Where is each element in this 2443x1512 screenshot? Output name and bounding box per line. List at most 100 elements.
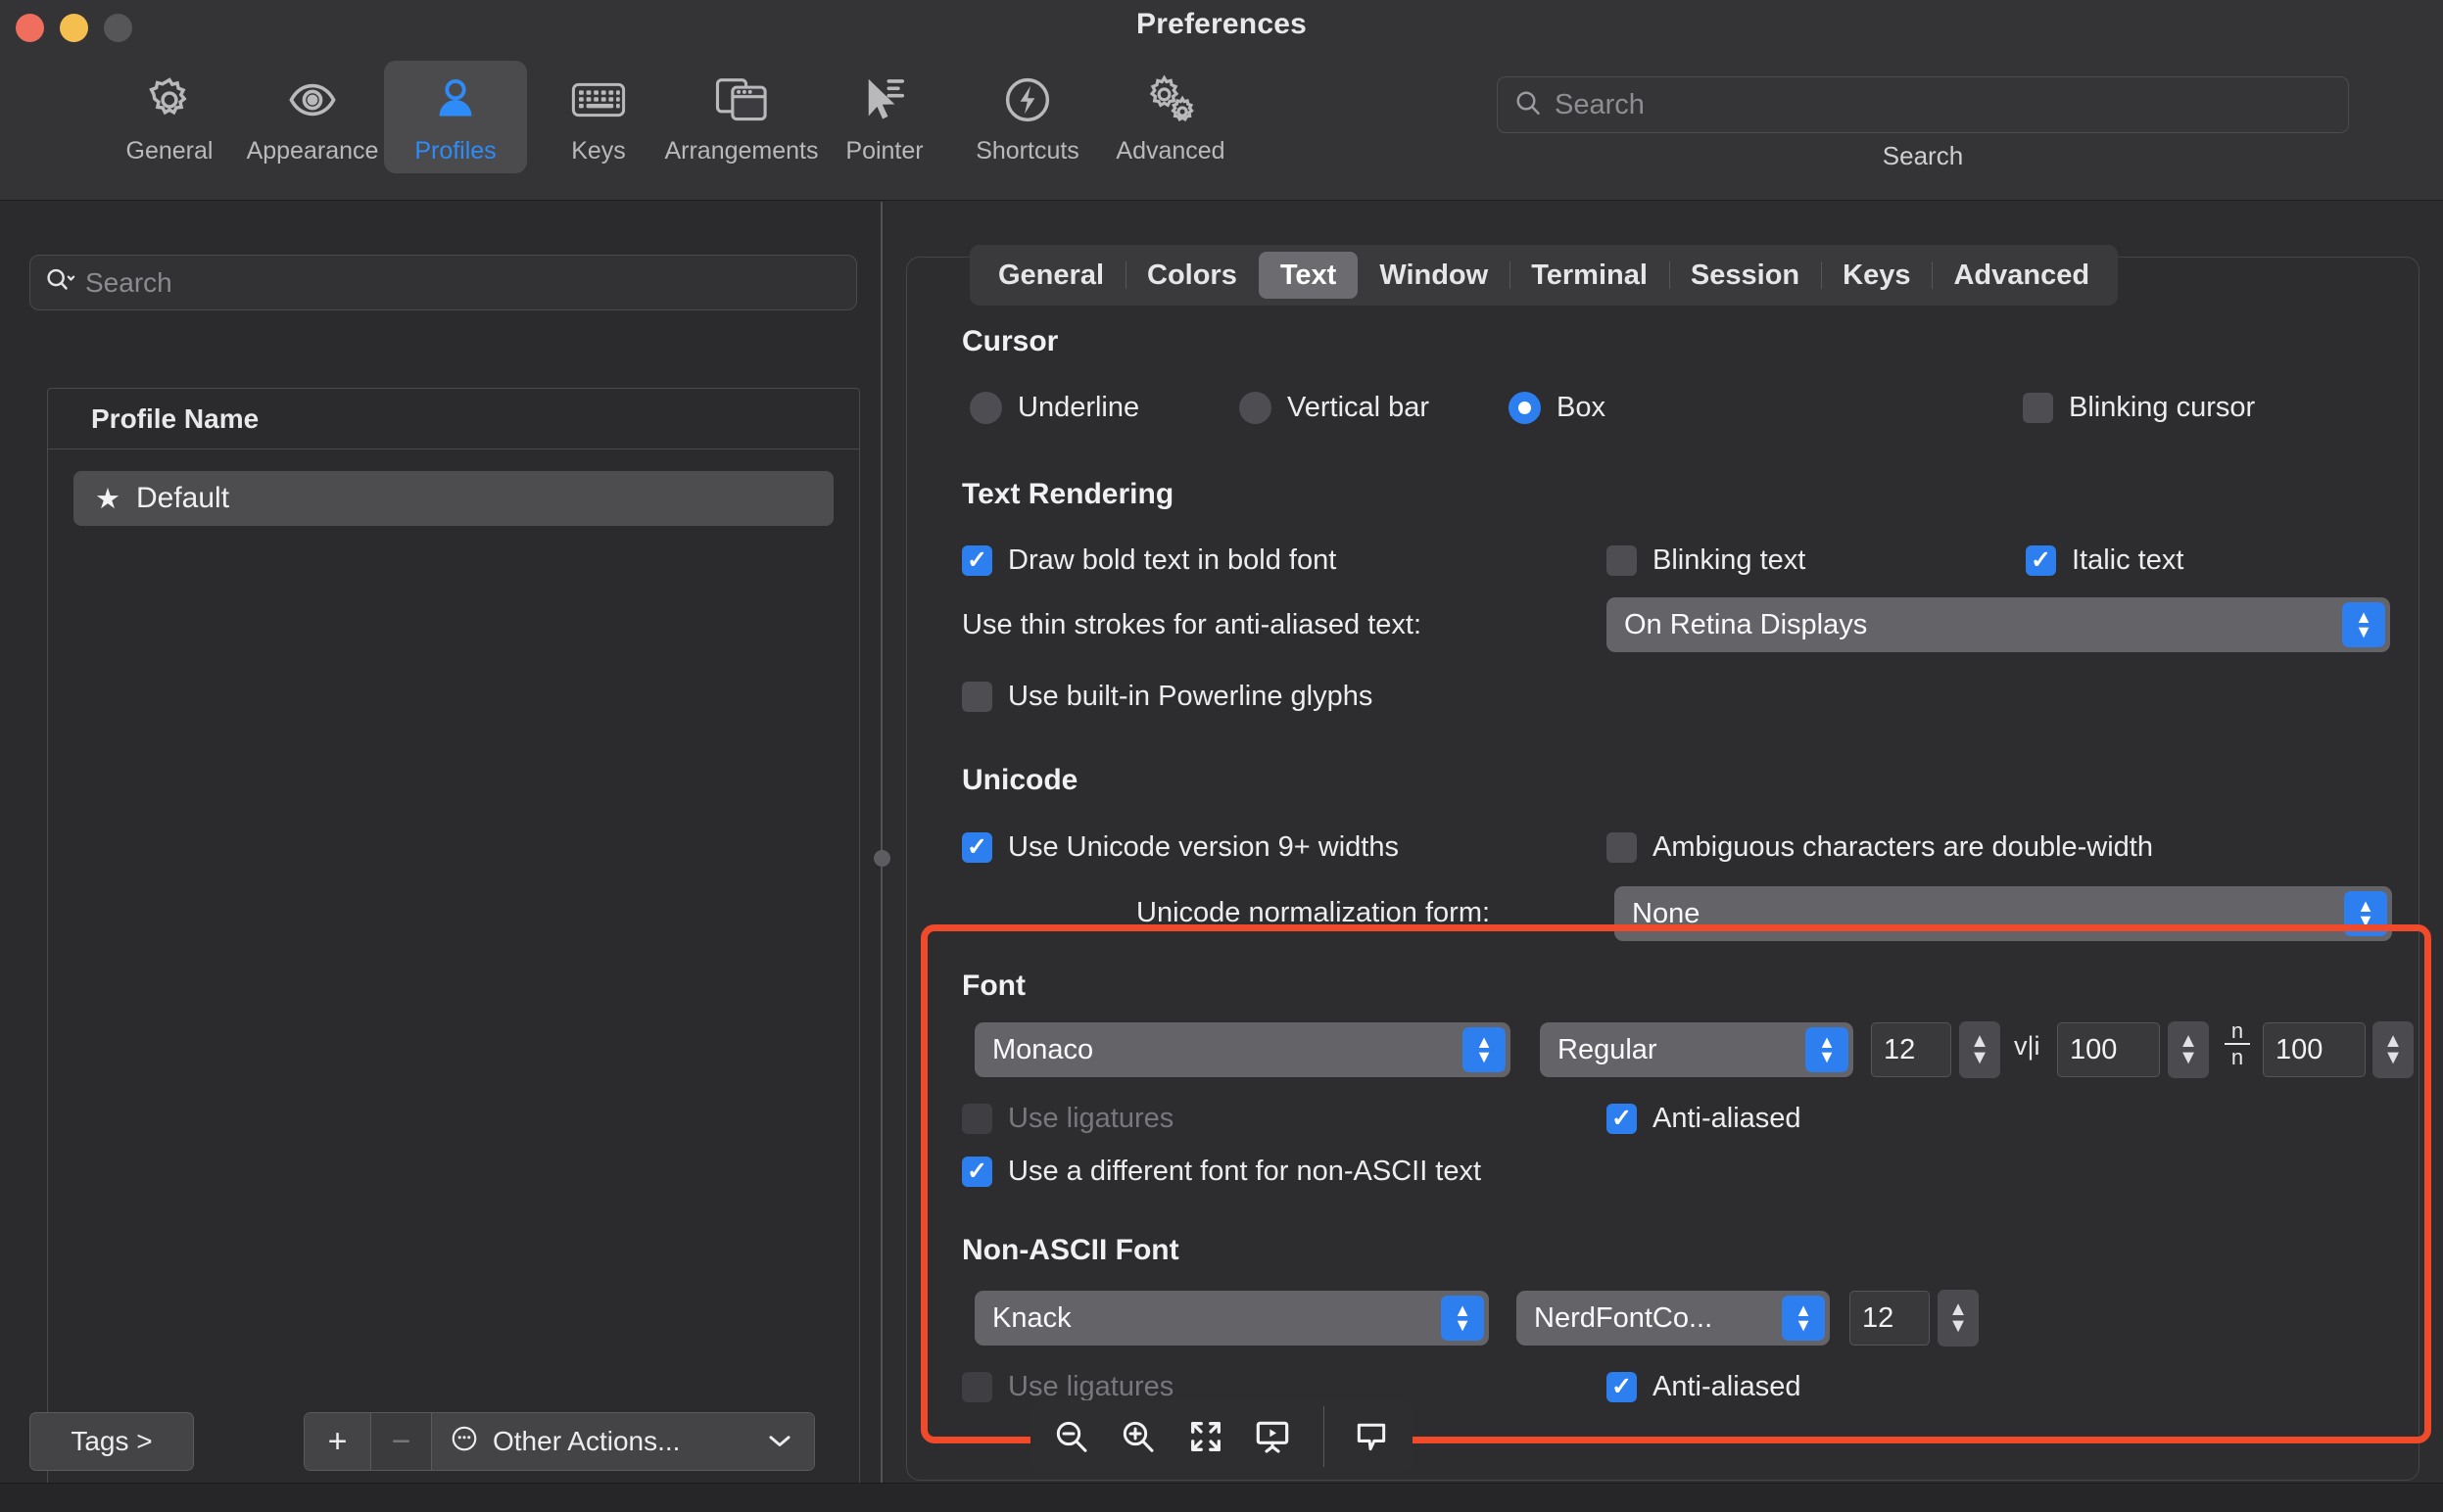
toolbar-item-pointer[interactable]: Pointer <box>813 61 956 173</box>
tab-advanced[interactable]: Advanced <box>1932 252 2111 299</box>
non-ascii-anti-aliased-checkbox[interactable]: Anti-aliased <box>1606 1371 1801 1403</box>
sidebar-resize-handle[interactable] <box>874 850 890 867</box>
radio-box[interactable] <box>1509 392 1541 424</box>
chevron-updown-icon[interactable]: ▲▼ <box>1441 1296 1484 1341</box>
checkbox-font-ligatures[interactable] <box>962 1104 992 1134</box>
other-actions-label: Other Actions... <box>493 1426 680 1457</box>
cursor-option-vertical-bar[interactable]: Vertical bar <box>1239 392 1429 424</box>
font-size-field[interactable]: 12 <box>1871 1022 1951 1077</box>
toolbar-item-profiles[interactable]: Profiles <box>384 61 527 173</box>
checkbox-blinking-cursor[interactable] <box>2023 393 2053 423</box>
checkbox-non-ascii-anti-aliased[interactable] <box>1606 1372 1637 1402</box>
different-font-non-ascii-checkbox[interactable]: Use a different font for non-ASCII text <box>962 1156 1481 1188</box>
checkbox-blinking-text[interactable] <box>1606 545 1637 576</box>
ellipsis-circle-icon <box>450 1424 479 1460</box>
sidebar-bottom-bar: Tags > <box>29 1412 194 1471</box>
tab-terminal[interactable]: Terminal <box>1509 252 1669 299</box>
cursor-option-label: Box <box>1557 392 1605 424</box>
ambiguous-double-width-checkbox[interactable]: Ambiguous characters are double-width <box>1606 831 2153 864</box>
checkbox-bold-font[interactable] <box>962 545 992 576</box>
non-ascii-font-size-value: 12 <box>1862 1302 1893 1335</box>
italic-text-label: Italic text <box>2072 544 2183 577</box>
toolbar-search-group: Search Search <box>1497 76 2349 171</box>
toolbar-item-shortcuts[interactable]: Shortcuts <box>956 61 1099 173</box>
non-ascii-font-family-select[interactable]: Knack ▲▼ <box>975 1291 1489 1346</box>
unicode-normalization-select[interactable]: None ▲▼ <box>1614 886 2392 941</box>
chevron-updown-icon[interactable]: ▲▼ <box>1805 1027 1848 1072</box>
vertical-spacing-icon: n n <box>2222 1019 2253 1068</box>
vertical-spacing-stepper[interactable]: ▲▼ <box>2372 1021 2414 1078</box>
radio-underline[interactable] <box>970 392 1002 424</box>
checkbox-powerline-glyphs[interactable] <box>962 682 992 712</box>
horizontal-spacing-field[interactable]: 100 <box>2057 1022 2160 1077</box>
toolbar-item-general[interactable]: General <box>98 61 241 173</box>
chevron-updown-icon[interactable]: ▲▼ <box>1782 1296 1825 1341</box>
checkbox-italic-text[interactable] <box>2026 545 2056 576</box>
thin-strokes-select[interactable]: On Retina Displays ▲▼ <box>1606 597 2390 652</box>
checkbox-ambiguous-double-width[interactable] <box>1606 832 1637 863</box>
tags-button[interactable]: Tags > <box>29 1412 194 1471</box>
chevron-updown-icon[interactable]: ▲▼ <box>2344 891 2387 936</box>
toolbar-search-field[interactable]: Search <box>1497 76 2349 133</box>
tab-text[interactable]: Text <box>1259 252 1358 299</box>
zoom-in-icon[interactable] <box>1119 1414 1158 1459</box>
chevron-updown-icon[interactable]: ▲▼ <box>2342 602 2385 647</box>
powerline-glyphs-checkbox[interactable]: Use built-in Powerline glyphs <box>962 681 1372 713</box>
checkbox-unicode9-widths[interactable] <box>962 832 992 863</box>
cursor-option-box[interactable]: Box <box>1509 392 1605 424</box>
other-actions-button[interactable]: Other Actions... <box>432 1413 814 1470</box>
italic-text-checkbox[interactable]: Italic text <box>2026 544 2183 577</box>
font-size-stepper[interactable]: ▲▼ <box>1959 1021 2000 1078</box>
radio-vertical-bar[interactable] <box>1239 392 1271 424</box>
tab-window[interactable]: Window <box>1358 252 1509 299</box>
bold-font-checkbox[interactable]: Draw bold text in bold font <box>962 544 1336 577</box>
vertical-spacing-field[interactable]: 100 <box>2263 1022 2366 1077</box>
remove-profile-button[interactable]: − <box>371 1413 432 1470</box>
zoom-out-icon[interactable] <box>1052 1414 1091 1459</box>
fullscreen-icon[interactable] <box>1185 1414 1224 1459</box>
horizontal-spacing-stepper[interactable]: ▲▼ <box>2168 1021 2209 1078</box>
blinking-cursor-checkbox[interactable]: Blinking cursor <box>2023 392 2255 424</box>
toolbar-item-appearance[interactable]: Appearance <box>241 61 384 173</box>
profile-actions-group: + − Other Actions... <box>304 1412 815 1471</box>
different-font-non-ascii-label: Use a different font for non-ASCII text <box>1008 1156 1481 1188</box>
add-profile-button[interactable]: + <box>305 1413 371 1470</box>
unicode9-widths-label: Use Unicode version 9+ widths <box>1008 831 1399 864</box>
tab-session[interactable]: Session <box>1669 252 1821 299</box>
non-ascii-font-family-value: Knack <box>992 1302 1072 1335</box>
checkbox-font-anti-aliased[interactable] <box>1606 1104 1637 1134</box>
toolbar-separator <box>1323 1406 1324 1467</box>
profile-row-default[interactable]: ★ Default <box>73 471 834 526</box>
unicode-normalization-value: None <box>1632 898 1700 930</box>
sidebar-search-field[interactable]: Search <box>29 255 857 310</box>
unicode9-widths-checkbox[interactable]: Use Unicode version 9+ widths <box>962 831 1399 864</box>
font-family-select[interactable]: Monaco ▲▼ <box>975 1022 1510 1077</box>
toolbar-item-arrangements[interactable]: Arrangements <box>670 61 813 173</box>
toolbar-item-advanced[interactable]: Advanced <box>1099 61 1242 173</box>
tab-general[interactable]: General <box>977 252 1126 299</box>
vertical-spacing-glyph-bottom: n <box>2231 1045 2243 1069</box>
profiles-table: Profile Name ★ Default <box>47 388 860 1512</box>
bolt-icon <box>1002 72 1053 127</box>
cursor-icon <box>861 72 908 127</box>
non-ascii-font-style-value: NerdFontCo... <box>1534 1302 1712 1335</box>
comment-icon[interactable] <box>1352 1414 1391 1459</box>
chevron-updown-icon[interactable]: ▲▼ <box>1462 1027 1506 1072</box>
tab-keys[interactable]: Keys <box>1821 252 1932 299</box>
font-anti-aliased-checkbox[interactable]: Anti-aliased <box>1606 1103 1801 1135</box>
blinking-text-checkbox[interactable]: Blinking text <box>1606 544 1805 577</box>
thin-strokes-value: On Retina Displays <box>1624 609 1867 641</box>
font-ligatures-checkbox[interactable]: Use ligatures <box>962 1103 1174 1135</box>
non-ascii-font-size-stepper[interactable]: ▲▼ <box>1938 1290 1979 1347</box>
checkbox-different-font-non-ascii[interactable] <box>962 1157 992 1187</box>
font-style-select[interactable]: Regular ▲▼ <box>1540 1022 1853 1077</box>
checkbox-non-ascii-ligatures[interactable] <box>962 1372 992 1402</box>
non-ascii-font-style-select[interactable]: NerdFontCo... ▲▼ <box>1516 1291 1830 1346</box>
non-ascii-ligatures-checkbox[interactable]: Use ligatures <box>962 1371 1174 1403</box>
cursor-option-underline[interactable]: Underline <box>970 392 1139 424</box>
non-ascii-font-size-field[interactable]: 12 <box>1849 1291 1930 1346</box>
toolbar-item-keys[interactable]: Keys <box>527 61 670 173</box>
tab-colors[interactable]: Colors <box>1126 252 1259 299</box>
search-dropdown-icon[interactable] <box>44 265 77 300</box>
presentation-icon[interactable] <box>1253 1414 1292 1459</box>
